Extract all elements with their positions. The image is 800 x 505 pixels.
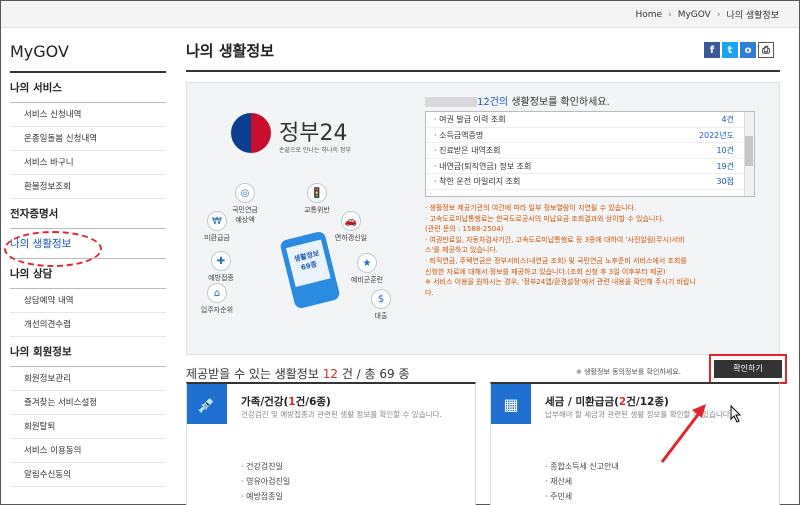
sidebar-item-member-manage[interactable]: 회원정보관리: [10, 367, 166, 391]
gov-logo-icon: [231, 113, 271, 153]
category-card-tax[interactable]: ▦ 세금 / 미환급금(2건/12종) 납부해야 할 세금과 관련된 생활 정보…: [490, 382, 780, 505]
card-description: 건강검진 및 예방접종과 관련된 생활 정보를 확인할 수 있습니다.: [241, 410, 442, 419]
sidebar-item-feedback[interactable]: 개선의견수렴: [10, 313, 166, 337]
list-item[interactable]: · 재산세: [545, 474, 619, 489]
logo-text: 정부24: [279, 121, 348, 146]
breadcrumb-mygov[interactable]: MyGOV: [678, 10, 711, 20]
loan-icon: $ 대출: [351, 289, 411, 321]
banner-info: 12건의 생활정보를 확인하세요. · 여권 발급 이력 조회 4건 · 소득금액…: [419, 83, 779, 356]
info-banner: 정부24 손끝으로 만나는 하나의 정부 ₩ 미환급금 ◎ 국민연금 예상액 🚦 교통…: [186, 82, 780, 355]
list-item[interactable]: · 주민세: [545, 489, 619, 504]
sidebar-title: MyGOV: [10, 42, 166, 73]
twitter-icon[interactable]: t: [722, 42, 738, 58]
facebook-icon[interactable]: f: [704, 42, 720, 58]
pension-icon: ◎ 국민연금 예상액: [215, 183, 275, 225]
consent-hint: ※ 생활정보 동의정보를 확인하세요.: [576, 368, 681, 376]
card-item-list: · 건강검진일 · 영유아검진일 · 예방접종일: [241, 459, 290, 504]
list-item[interactable]: · 종합소득세 신고안내: [545, 459, 619, 474]
page-title: 나의 생활정보: [186, 42, 275, 60]
sidebar-section-certificate[interactable]: 전자증명서: [10, 199, 166, 229]
sidebar-item-favorite-setting[interactable]: 즐겨찾는 서비스설정: [10, 391, 166, 415]
highlight-ellipse: [4, 231, 102, 267]
list-item[interactable]: · 착한 운전 마일리지 조회 30점: [426, 174, 754, 190]
mouse-cursor-icon: [730, 405, 742, 423]
list-item[interactable]: · 여권 발급 이력 조회 4건: [426, 112, 754, 128]
list-item[interactable]: · 건강검진일: [241, 459, 290, 474]
sidebar-item-service-consent[interactable]: 서비스 이용동의: [10, 439, 166, 463]
notice-text: · 생활정보 제공기관의 여건에 따라 일부 정보열람이 지연될 수 있습니다.…: [425, 204, 696, 297]
life-info-list[interactable]: · 여권 발급 이력 조회 4건 · 소득금액증명 2022년도 · 진료받은 내역…: [425, 111, 755, 197]
list-item[interactable]: · 진료받은 내역조회 10건: [426, 143, 754, 159]
calculator-icon: ▦: [491, 384, 531, 424]
list-item[interactable]: · 영유아검진일: [241, 474, 290, 489]
breadcrumb-home[interactable]: Home: [636, 10, 663, 20]
confirm-button[interactable]: 확인하기: [714, 360, 782, 378]
sidebar-item-withdraw[interactable]: 회원탈퇴: [10, 415, 166, 439]
list-scrollbar[interactable]: [744, 112, 754, 196]
list-item[interactable]: · 내연금(퇴직연금) 정보 조회 19건: [426, 159, 754, 174]
life-info-count: 12건의 생활정보를 확인하세요.: [425, 93, 610, 108]
blurred-name: [425, 97, 477, 107]
sidebar-section-member[interactable]: 나의 회원정보: [10, 337, 166, 367]
sidebar-item-consult-booking[interactable]: 상담예약 내역: [10, 289, 166, 313]
breadcrumb-current: 나의 생활정보: [726, 11, 779, 21]
sidebar-section-services[interactable]: 나의 서비스: [10, 73, 166, 103]
logo-subtitle: 손끝으로 만나는 하나의 정부: [279, 147, 351, 154]
sidebar-item-service-basket[interactable]: 서비스 바구니: [10, 151, 166, 175]
title-divider: [186, 70, 780, 72]
syringe-icon: 💉: [187, 384, 227, 424]
sidebar-item-refund-info[interactable]: 환불정보조회: [10, 175, 166, 199]
share-bar: f t o ⎙: [704, 42, 774, 58]
sidebar-item-care-history[interactable]: 온종일돌봄 신청내역: [10, 127, 166, 151]
card-title: 세금 / 미환급금(2건/12종): [545, 396, 669, 408]
list-item[interactable]: · 소득금액증명 2022년도: [426, 128, 754, 143]
banner-illustration: 정부24 손끝으로 만나는 하나의 정부 ₩ 미환급금 ◎ 국민연금 예상액 🚦 교통…: [187, 83, 415, 356]
category-card-family[interactable]: 💉 가족/건강(1건/6종) 건강검진 및 예방접종과 관련된 생활 정보를 확…: [186, 382, 476, 505]
breadcrumb: Home › MyGOV › 나의 생활정보: [635, 9, 780, 22]
sidebar: MyGOV 나의 서비스 서비스 신청내역 온종일돌봄 신청내역 서비스 바구니…: [4, 28, 166, 487]
card-title: 가족/건강(1건/6종): [241, 396, 331, 408]
link-icon[interactable]: o: [740, 42, 756, 58]
sidebar-item-service-history[interactable]: 서비스 신청내역: [10, 103, 166, 127]
vaccine-icon: ✚ 예방접종: [191, 251, 251, 283]
confirm-button-highlight: 확인하기: [709, 354, 787, 384]
card-item-list: · 종합소득세 신고안내 · 재산세 · 주민세: [545, 459, 619, 504]
available-info-count: 제공받을 수 있는 생활정보 12 건 / 총 69 종: [186, 367, 410, 381]
housing-icon: ⌂ 입주자순위: [187, 283, 247, 315]
license-icon: 🚗 면허갱신일: [321, 211, 381, 243]
top-bar: Home › MyGOV › 나의 생활정보: [1, 1, 799, 28]
list-item[interactable]: · 예방접종일: [241, 489, 290, 504]
reserve-icon: ★ 예비군훈련: [337, 253, 397, 285]
print-icon[interactable]: ⎙: [758, 42, 774, 58]
sidebar-item-notify-consent[interactable]: 알림수신동의: [10, 463, 166, 487]
